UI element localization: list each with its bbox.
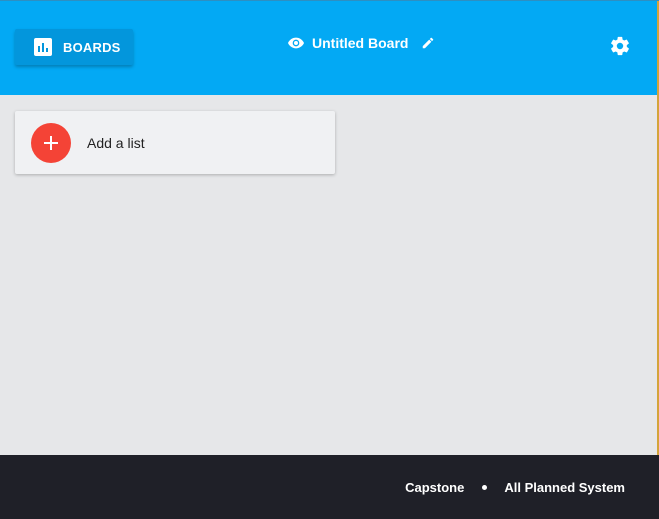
plus-icon	[43, 135, 59, 151]
gear-icon[interactable]	[609, 35, 631, 57]
footer: Capstone All Planned System	[0, 455, 659, 519]
eye-icon	[288, 37, 304, 49]
top-border	[0, 0, 659, 1]
boards-button-label: BOARDS	[63, 39, 121, 55]
board-title-area: Untitled Board	[288, 34, 435, 52]
boards-button[interactable]: BOARDS	[15, 29, 133, 65]
footer-brand: Capstone	[405, 479, 465, 495]
footer-tagline: All Planned System	[504, 479, 625, 495]
board-title[interactable]: Untitled Board	[312, 35, 408, 51]
pencil-icon[interactable]	[421, 36, 435, 50]
top-app-bar: BOARDS Untitled Board	[0, 0, 659, 95]
add-list-label: Add a list	[87, 134, 145, 151]
add-list-card[interactable]: Add a list	[15, 111, 335, 174]
bar-chart-icon	[34, 38, 52, 56]
add-list-button[interactable]	[31, 122, 71, 163]
footer-separator	[482, 484, 488, 490]
